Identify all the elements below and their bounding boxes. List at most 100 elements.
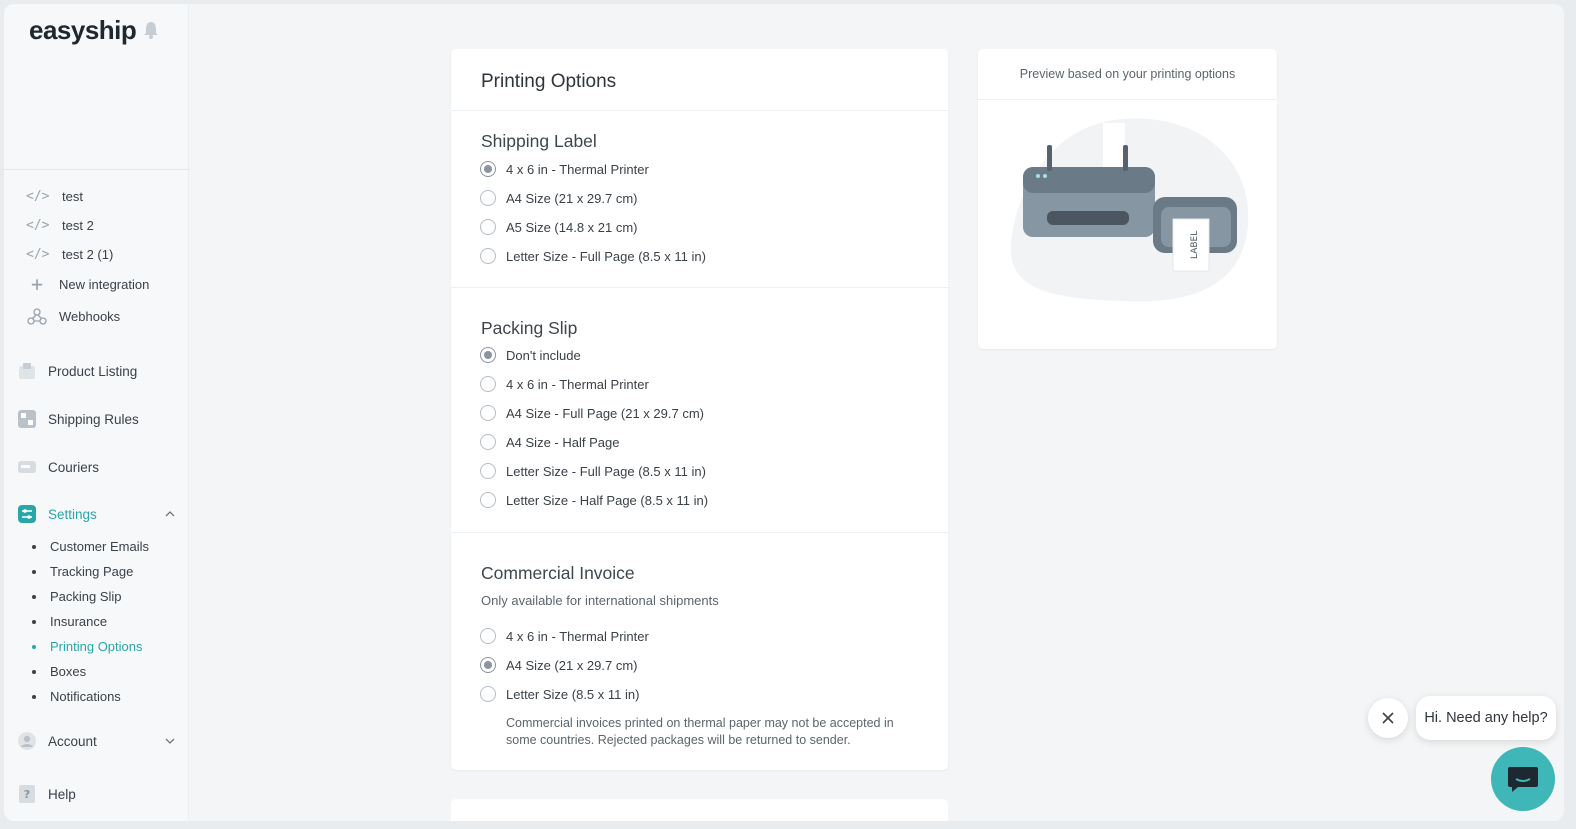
divider	[978, 99, 1277, 100]
webhook-icon	[27, 308, 47, 325]
radio-button[interactable]	[480, 219, 496, 235]
sidebar-item-shipping-rules[interactable]: Shipping Rules	[16, 408, 176, 430]
avatar-icon	[18, 732, 36, 750]
sub-label: Boxes	[50, 664, 87, 679]
product-listing-icon	[19, 363, 35, 379]
packing-slip-option[interactable]: A4 Size - Half Page	[480, 434, 619, 450]
bullet-icon	[32, 644, 36, 649]
integration-item-test[interactable]: </> test	[26, 189, 83, 204]
integration-item-test-2-1[interactable]: </> test 2 (1)	[26, 247, 113, 262]
code-icon: </>	[26, 247, 50, 262]
divider	[451, 287, 948, 288]
svg-text:?: ?	[24, 788, 30, 801]
sidebar-item-label: Help	[48, 786, 76, 802]
chat-prompt[interactable]: Hi. Need any help?	[1416, 696, 1556, 740]
help-icon: ?	[19, 785, 35, 803]
shipping-label-option[interactable]: A5 Size (14.8 x 21 cm)	[480, 219, 638, 235]
webhooks-item[interactable]: Webhooks	[26, 307, 120, 325]
sidebar-item-label: Shipping Rules	[48, 411, 139, 427]
option-label: A4 Size (21 x 29.7 cm)	[506, 190, 638, 206]
app-window: easyship </> test </> test 2 </> test 2 …	[4, 4, 1564, 821]
radio-button[interactable]	[480, 657, 496, 673]
sidebar-item-label: Couriers	[48, 459, 100, 475]
commercial-invoice-option[interactable]: Letter Size (8.5 x 11 in)	[480, 686, 639, 702]
option-label: A4 Size - Full Page (21 x 29.7 cm)	[506, 405, 704, 421]
chat-close-button[interactable]	[1368, 698, 1408, 738]
packing-slip-option[interactable]: A4 Size - Full Page (21 x 29.7 cm)	[480, 405, 704, 421]
bullet-icon	[32, 544, 36, 549]
sub-label: Printing Options	[50, 639, 143, 654]
integration-label: Webhooks	[59, 308, 121, 324]
chevron-down-icon[interactable]	[164, 735, 176, 747]
label-text: LABEL	[1190, 231, 1200, 259]
chevron-up-icon[interactable]	[164, 508, 176, 520]
packing-slip-option[interactable]: 4 x 6 in - Thermal Printer	[480, 376, 649, 392]
chat-launcher-button[interactable]	[1491, 747, 1555, 811]
option-label: Don't include	[506, 347, 581, 363]
bell-icon[interactable]	[140, 19, 162, 41]
sidebar-item-couriers[interactable]: Couriers	[16, 456, 176, 478]
settings-sub-boxes[interactable]: Boxes	[32, 664, 86, 679]
next-card	[451, 799, 948, 821]
logo[interactable]: easyship	[29, 14, 162, 46]
commercial-invoice-option[interactable]: A4 Size (21 x 29.7 cm)	[480, 657, 638, 673]
code-icon: </>	[26, 189, 50, 204]
integration-item-test-2[interactable]: </> test 2	[26, 218, 94, 233]
packing-slip-option[interactable]: Letter Size - Full Page (8.5 x 11 in)	[480, 463, 706, 479]
settings-sub-customer-emails[interactable]: Customer Emails	[32, 539, 149, 554]
shipping-label-title: Shipping Label	[481, 131, 597, 151]
shipping-label-option[interactable]: A4 Size (21 x 29.7 cm)	[480, 190, 638, 206]
radio-button[interactable]	[480, 248, 496, 264]
option-label: A5 Size (14.8 x 21 cm)	[506, 219, 638, 235]
printing-options-card: Printing Options Shipping Label 4 x 6 in…	[451, 49, 948, 770]
shipping-label-option[interactable]: 4 x 6 in - Thermal Printer	[480, 161, 649, 177]
settings-sub-insurance[interactable]: Insurance	[32, 614, 107, 629]
radio-button[interactable]	[480, 686, 496, 702]
settings-sub-packing-slip[interactable]: Packing Slip	[32, 589, 122, 604]
sidebar-item-settings[interactable]: Settings	[16, 503, 176, 525]
shipping-label-option[interactable]: Letter Size - Full Page (8.5 x 11 in)	[480, 248, 706, 264]
sub-label: Customer Emails	[50, 539, 149, 554]
radio-button[interactable]	[480, 376, 496, 392]
sidebar-item-account[interactable]: Account	[16, 730, 176, 752]
shipping-rules-icon	[18, 410, 36, 428]
sub-label: Packing Slip	[50, 589, 122, 604]
packing-slip-title: Packing Slip	[481, 318, 578, 338]
radio-button[interactable]	[480, 190, 496, 206]
radio-button[interactable]	[480, 628, 496, 644]
sidebar-item-label: Product Listing	[48, 363, 138, 379]
option-label: Letter Size - Full Page (8.5 x 11 in)	[506, 248, 706, 264]
commercial-invoice-note: Commercial invoices printed on thermal p…	[506, 716, 894, 747]
sub-label: Notifications	[50, 689, 121, 704]
page-title: Printing Options	[481, 71, 617, 92]
option-label: Letter Size - Full Page (8.5 x 11 in)	[506, 463, 706, 479]
sidebar-item-label: Settings	[48, 506, 97, 522]
option-label: Letter Size - Half Page (8.5 x 11 in)	[506, 492, 709, 508]
sidebar-item-label: Account	[48, 733, 97, 749]
integration-label: New integration	[59, 276, 150, 292]
bullet-icon	[32, 594, 36, 599]
bullet-icon	[32, 669, 36, 674]
bullet-icon	[32, 619, 36, 624]
radio-button[interactable]	[480, 161, 496, 177]
commercial-invoice-title: Commercial Invoice	[481, 563, 635, 583]
sidebar-item-product-listing[interactable]: Product Listing	[16, 360, 176, 382]
sub-label: Tracking Page	[50, 564, 134, 579]
radio-button[interactable]	[480, 434, 496, 450]
settings-sub-notifications[interactable]: Notifications	[32, 689, 121, 704]
settings-sub-printing-options[interactable]: Printing Options	[32, 639, 143, 654]
radio-button[interactable]	[480, 405, 496, 421]
new-integration-button[interactable]: + New integration	[26, 274, 150, 294]
radio-button[interactable]	[480, 463, 496, 479]
sidebar-item-help[interactable]: ? Help	[16, 783, 176, 805]
radio-button[interactable]	[480, 492, 496, 508]
radio-button[interactable]	[480, 347, 496, 363]
settings-sub-tracking-page[interactable]: Tracking Page	[32, 564, 133, 579]
close-icon	[1382, 712, 1394, 724]
preview-card: Preview based on your printing options L…	[978, 49, 1277, 349]
packing-slip-option[interactable]: Don't include	[480, 347, 581, 363]
bullet-icon	[32, 694, 36, 699]
integration-label: test	[62, 189, 83, 204]
packing-slip-option[interactable]: Letter Size - Half Page (8.5 x 11 in)	[480, 492, 708, 508]
commercial-invoice-option[interactable]: 4 x 6 in - Thermal Printer	[480, 628, 649, 644]
